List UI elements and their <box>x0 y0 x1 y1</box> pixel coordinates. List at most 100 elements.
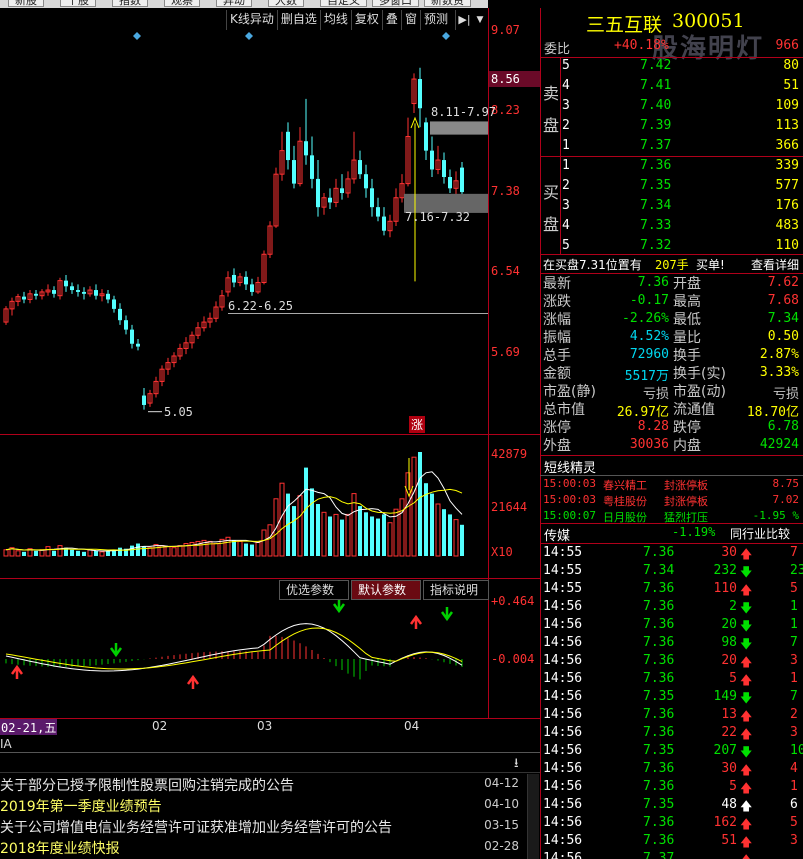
volume-bar <box>340 519 344 556</box>
x-axis-label: 02 <box>152 719 168 733</box>
top-tab[interactable]: 个股 <box>60 0 96 7</box>
news-item[interactable]: 2019年第一季度业绩预告 04-10 <box>0 795 525 815</box>
volume-bar <box>177 545 183 557</box>
candle-body <box>310 155 314 179</box>
news-date: 02-28 <box>484 839 519 853</box>
tick-row: 14:56 7.36 20 🡅 3 <box>540 652 803 670</box>
low-price-label: 5.05 <box>164 405 193 419</box>
volume-bar <box>255 541 261 557</box>
range-label-high: 8.11-7.97 <box>431 105 497 119</box>
candle-body <box>136 343 140 347</box>
news-item[interactable]: 关于公司增值电信业务经营许可证获准增加业务经营许可的公告 03-15 <box>0 816 525 836</box>
toolbar-dropdown-icon[interactable]: ▼ <box>473 10 487 30</box>
volume-bar <box>244 543 248 556</box>
gap-box <box>430 121 488 135</box>
buy-level-row[interactable]: 1 7.36 339 <box>540 157 803 177</box>
candle-body <box>424 122 428 151</box>
volume-bar <box>82 551 86 556</box>
sell-level-row[interactable]: 4 7.41 51 <box>540 77 803 97</box>
candle-body <box>376 207 380 217</box>
top-tab[interactable]: 异动 <box>216 0 252 7</box>
orderbook-label-divider <box>560 57 561 254</box>
news-scrollbar[interactable] <box>527 774 539 859</box>
event-marker-icon <box>245 32 253 40</box>
candle-body <box>430 150 434 170</box>
volume-bar <box>328 516 332 556</box>
kline-chart[interactable] <box>0 30 488 720</box>
top-tab[interactable]: 大数 <box>268 0 304 7</box>
volume-bar <box>94 550 98 556</box>
chart-toolbar-button[interactable]: 复权 <box>350 10 382 30</box>
top-tab[interactable]: 新股 <box>8 0 44 7</box>
industry-compare-button[interactable]: 同行业比较 <box>730 525 790 542</box>
volume-bar <box>304 467 308 556</box>
candle-body <box>250 284 254 292</box>
news-item[interactable]: 关于部分已授予限制性股票回购注销完成的公告 04-12 <box>0 774 525 794</box>
news-item[interactable]: 2018年度业绩快报 02-28 <box>0 837 525 857</box>
up-arrow-icon <box>10 664 24 679</box>
tick-row: 14:56 7.36 30 🡅 4 <box>540 760 803 778</box>
event-marker-icon <box>442 32 450 40</box>
top-tab[interactable]: 新数资 <box>424 0 471 7</box>
buy-level-row[interactable]: 2 7.35 577 <box>540 177 803 197</box>
short-term-alert[interactable]: 15:00:03 粤桂股份 封涨停板 7.02 <box>540 492 803 508</box>
candle-body <box>328 197 332 203</box>
sell-level-row[interactable]: 1 7.37 366 <box>540 137 803 157</box>
chart-toolbar-button[interactable]: 窗 <box>400 10 420 30</box>
chart-toolbar-button[interactable]: 预测 <box>419 10 451 30</box>
date-cursor-text: 02-21,五 <box>1 721 57 735</box>
volume-bar <box>333 513 339 557</box>
sell-level-row[interactable]: 3 7.40 109 <box>540 97 803 117</box>
macd-dif-line <box>5 623 463 672</box>
candle-body <box>316 178 320 208</box>
quote-stat-row: 金额 5517万 换手(实) 3.33% <box>543 365 799 384</box>
range-label-mid: 7.16-7.32 <box>405 210 471 224</box>
news-title: 2019年第一季度业绩预告 <box>0 799 162 815</box>
tick-row: 14:56 7.36 5 🡅 1 <box>540 778 803 796</box>
candle-body <box>370 188 374 208</box>
top-tab[interactable]: 观察 <box>164 0 200 7</box>
event-marker-icon <box>133 32 141 40</box>
top-tab[interactable]: 自定义 <box>320 0 367 7</box>
candle-body <box>292 160 296 184</box>
top-tab[interactable]: 指数 <box>112 0 148 7</box>
tab-optimized-params[interactable]: 优选参数 <box>279 580 349 600</box>
buy-level-row[interactable]: 4 7.33 483 <box>540 217 803 237</box>
x-axis-label: 03 <box>257 719 273 733</box>
volume-bar <box>57 545 63 557</box>
chart-toolbar-button[interactable]: 叠 <box>381 10 401 30</box>
tick-row: 14:55 7.36 30 🡅 7 <box>540 544 803 562</box>
big-order-info: 在买盘7.31位置有 207手 买单! 查看详细 <box>543 256 800 273</box>
volume-bar <box>106 550 110 556</box>
top-tab-strip: 新股 个股 指数 观察 异动 大数 自定义 多窗口 新数资 <box>0 0 488 8</box>
candle-body <box>418 79 422 109</box>
buy-level-row[interactable]: 3 7.34 176 <box>540 197 803 217</box>
candle-body <box>52 290 56 294</box>
top-tab[interactable]: 多窗口 <box>372 0 419 7</box>
sell-level-row[interactable]: 2 7.39 113 <box>540 117 803 137</box>
volume-bar <box>3 549 9 557</box>
chart-toolbar-button[interactable]: 删自选 <box>276 10 320 30</box>
candle-body <box>106 293 110 300</box>
down-arrow-icon <box>109 643 123 658</box>
chart-toolbar-button[interactable]: 均线 <box>319 10 351 30</box>
quote-stat-row: 总市值 26.97亿 流通值 18.70亿 <box>543 402 799 420</box>
candle-body <box>22 296 26 300</box>
tab-indicator-help[interactable]: 指标说明 <box>423 580 489 600</box>
volume-bar <box>250 544 254 556</box>
view-detail-link[interactable]: 查看详细 <box>751 256 799 273</box>
sell-level-row[interactable]: 5 7.42 80 <box>540 57 803 77</box>
stock-name: 三五互联 <box>586 14 663 36</box>
volume-bar <box>345 513 351 557</box>
short-term-alert[interactable]: 15:00:07 日月股份 猛烈打压 -1.95 % <box>540 508 803 524</box>
candle-body <box>70 286 74 291</box>
volume-bar <box>22 551 26 556</box>
volume-axis-label: 21644 <box>491 500 528 514</box>
tick-row: 14:55 7.34 232 🡇 23 <box>540 562 803 580</box>
news-title: 2018年度业绩快报 <box>0 841 120 857</box>
buy-side-label: 买盘 <box>543 183 560 234</box>
tab-default-params[interactable]: 默认参数 <box>351 580 421 600</box>
toolbar-arrow-icon[interactable]: ▶| <box>455 10 473 30</box>
short-term-alert[interactable]: 15:00:03 春兴精工 封涨停板 8.75 <box>540 476 803 492</box>
chart-toolbar-button[interactable]: K线异动 <box>226 10 277 30</box>
